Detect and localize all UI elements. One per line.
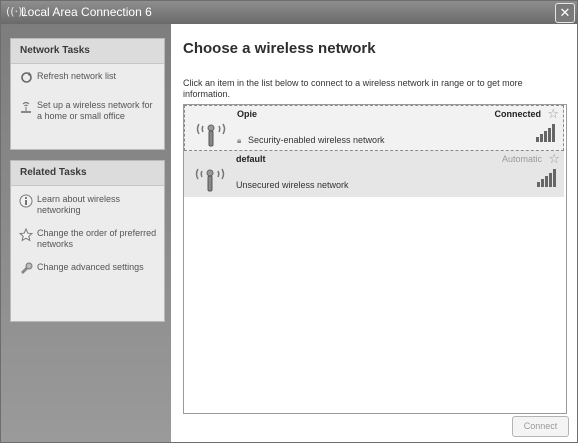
wireless-antenna-icon — [195, 168, 225, 192]
related-tasks-panel: Related Tasks Learn about wireless netwo… — [10, 160, 165, 322]
page-title: Choose a wireless network — [183, 40, 376, 57]
close-button[interactable]: ✕ — [555, 3, 575, 23]
preferred-star-icon: ☆ — [547, 107, 559, 122]
security-status: 🔒︎ Security-enabled wireless network — [237, 135, 385, 145]
preferred-star-icon: ☆ — [548, 152, 560, 167]
lock-icon: 🔒︎ — [237, 136, 242, 145]
refresh-icon — [19, 71, 33, 85]
instructions-text: Click an item in the list below to conne… — [183, 78, 523, 99]
security-status: Unsecured wireless network — [236, 180, 349, 190]
info-icon — [19, 194, 33, 208]
settings-icon — [19, 262, 33, 276]
connection-status: Automatic — [501, 154, 542, 164]
wireless-antenna-icon — [196, 123, 226, 147]
connect-button[interactable]: Connect — [512, 416, 569, 437]
title-bar[interactable]: ((·)) Local Area Connection 6 ✕ — [1, 1, 577, 24]
network-list[interactable]: Opie Connected ☆ 🔒︎ Security-enabled wire… — [183, 104, 567, 414]
network-row-default[interactable]: default Automatic ☆ Unsecured wireless n… — [184, 151, 564, 197]
signal-strength-icon — [537, 169, 556, 187]
network-tasks-header: Network Tasks — [11, 39, 164, 64]
signal-strength-icon — [536, 124, 555, 142]
network-tasks-panel: Network Tasks Refresh network list Set u… — [10, 38, 165, 150]
related-tasks-header: Related Tasks — [11, 161, 164, 186]
setup-network-icon — [19, 100, 33, 114]
window-title: Local Area Connection 6 — [21, 5, 152, 19]
task-pane: Network Tasks Refresh network list Set u… — [1, 24, 171, 442]
network-name: default — [236, 154, 266, 164]
network-row-opie[interactable]: Opie Connected ☆ 🔒︎ Security-enabled wire… — [184, 105, 564, 151]
star-icon — [18, 227, 34, 242]
network-connection-icon: ((·)) — [6, 5, 27, 18]
connection-status: Connected — [494, 109, 541, 119]
network-name: Opie — [237, 109, 258, 119]
wireless-network-window: ((·)) Local Area Connection 6 ✕ Network … — [0, 0, 578, 443]
main-content: Choose a wireless network Click an item … — [171, 24, 577, 442]
